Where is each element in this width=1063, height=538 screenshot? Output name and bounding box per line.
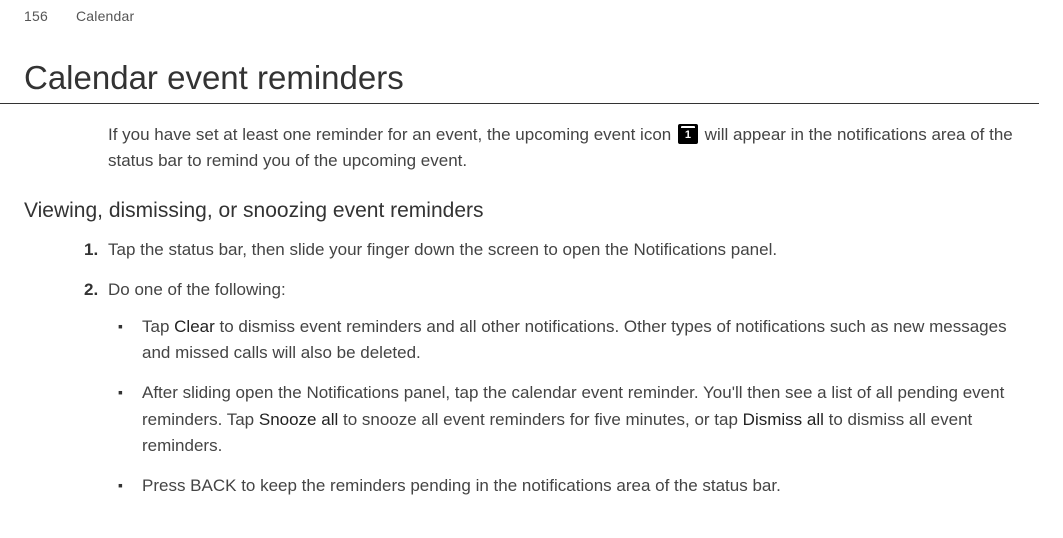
bullet-3: Press BACK to keep the reminders pending… — [136, 473, 1025, 499]
page-title: Calendar event reminders — [0, 24, 1039, 104]
intro-paragraph: If you have set at least one reminder fo… — [0, 122, 1063, 173]
step-1: Tap the status bar, then slide your fing… — [108, 237, 1025, 263]
event-icon-number: 1 — [685, 125, 691, 145]
page-number: 156 — [24, 8, 48, 24]
step-2: Do one of the following: Tap Clear to di… — [108, 277, 1025, 499]
sub-bullets: Tap Clear to dismiss event reminders and… — [108, 304, 1025, 500]
upcoming-event-icon: 1 — [678, 124, 698, 144]
b2-bold-snooze: Snooze all — [259, 410, 338, 429]
b1-t2: to dismiss event reminders and all other… — [142, 317, 1007, 362]
subheading: Viewing, dismissing, or snoozing event r… — [0, 199, 1063, 237]
page-header: 156 Calendar — [0, 0, 1063, 24]
bullet-1: Tap Clear to dismiss event reminders and… — [136, 314, 1025, 367]
b1-bold-clear: Clear — [174, 317, 215, 336]
header-section-name: Calendar — [76, 8, 134, 24]
b1-t1: Tap — [142, 317, 174, 336]
step-2-text: Do one of the following: — [108, 280, 286, 299]
ordered-steps: Tap the status bar, then slide your fing… — [0, 237, 1063, 500]
b2-bold-dismiss: Dismiss all — [743, 410, 824, 429]
b2-t2: to snooze all event reminders for five m… — [338, 410, 742, 429]
intro-text-1: If you have set at least one reminder fo… — [108, 125, 676, 144]
bullet-2: After sliding open the Notifications pan… — [136, 380, 1025, 459]
